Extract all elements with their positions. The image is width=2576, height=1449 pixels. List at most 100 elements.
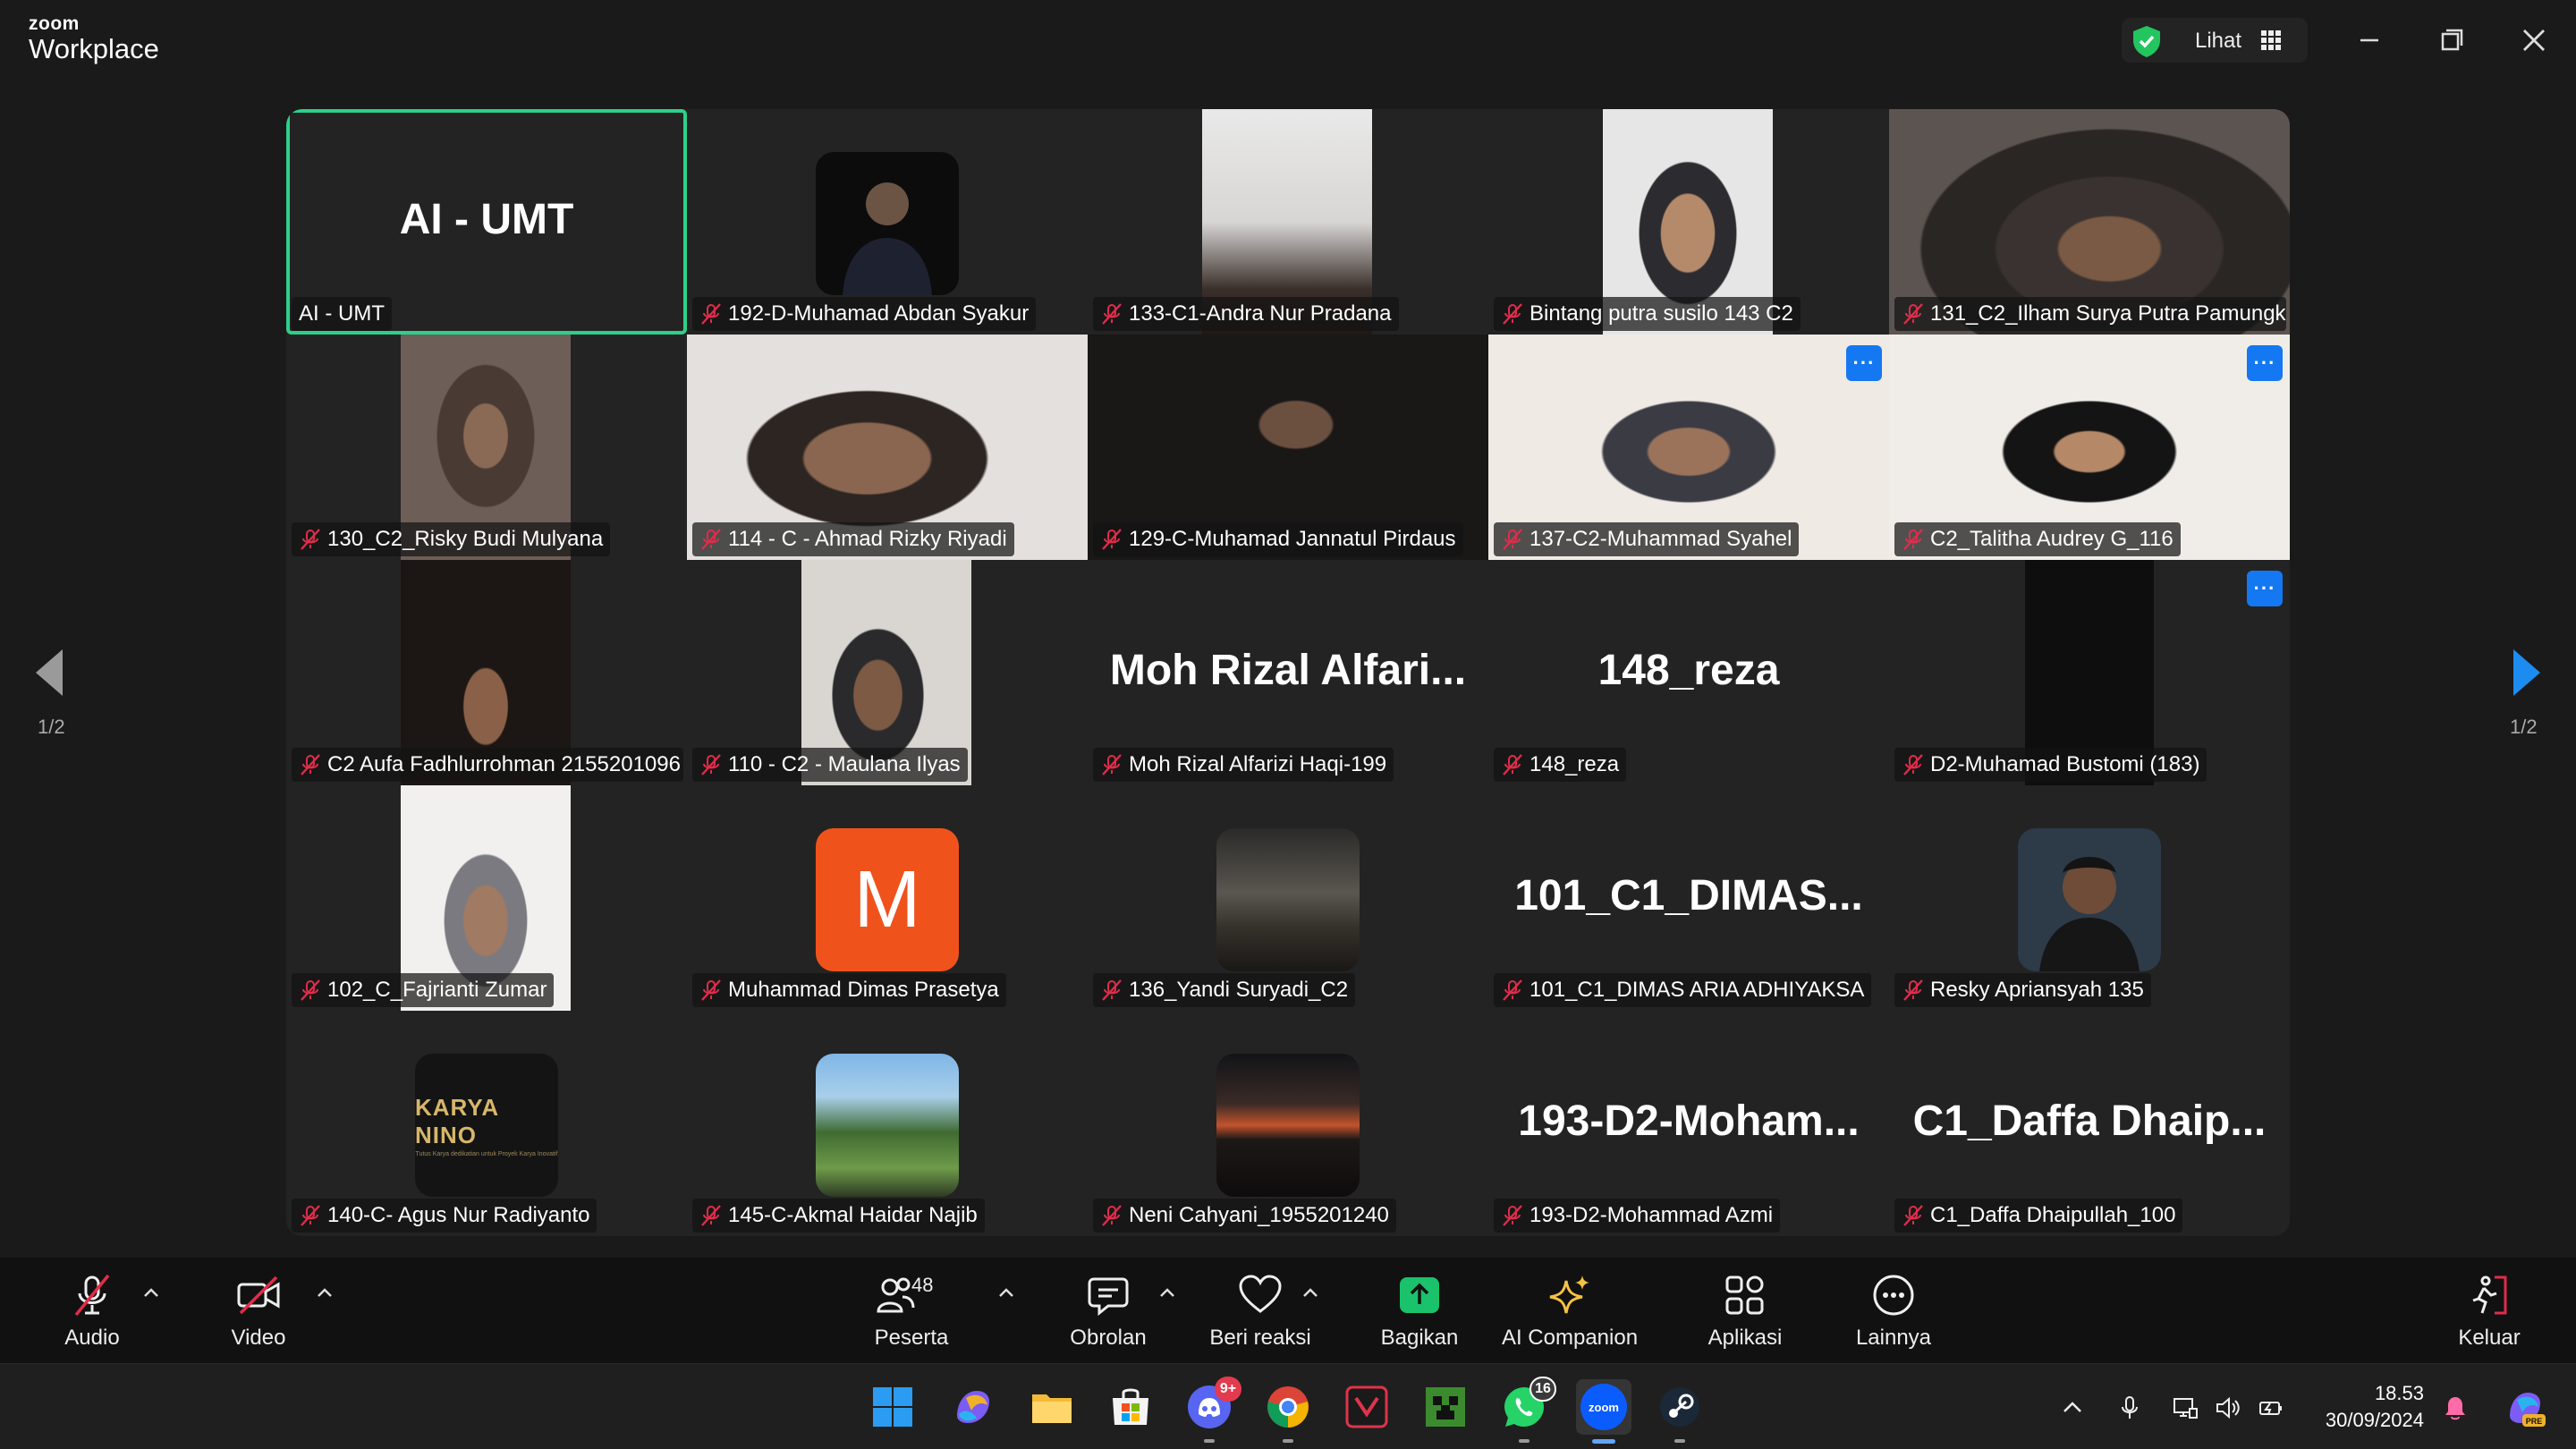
avatar-subtext: Tutus Karya dedikatian untuk Proyek Kary… bbox=[415, 1150, 558, 1157]
view-button[interactable]: Lihat bbox=[2122, 18, 2308, 63]
participant-tile[interactable]: 131_C2_Ilham Surya Putra Pamungk... bbox=[1889, 109, 2290, 335]
participant-tile[interactable]: 192-D-Muhamad Abdan Syakur bbox=[687, 109, 1088, 335]
chat-options-chevron-icon[interactable] bbox=[1157, 1286, 1177, 1299]
leave-button[interactable]: Keluar bbox=[2422, 1267, 2556, 1356]
participant-tile[interactable]: 101_C1_DIMAS... 101_C1_DIMAS ARIA ADHIYA… bbox=[1488, 785, 1889, 1011]
battery-charging-icon[interactable] bbox=[2258, 1394, 2284, 1421]
app-icon-red[interactable] bbox=[1343, 1384, 1390, 1430]
participant-tile[interactable]: ··· 137-C2-Muhammad Syahel bbox=[1488, 335, 1889, 560]
running-indicator bbox=[1674, 1439, 1685, 1443]
participant-name: 137-C2-Muhammad Syahel bbox=[1530, 527, 1792, 551]
participant-name-label: 114 - C - Ahmad Rizky Riyadi bbox=[692, 522, 1014, 556]
participant-tile[interactable]: ··· D2-Muhamad Bustomi (183) bbox=[1889, 560, 2290, 785]
whatsapp-taskbar-item[interactable]: 16 bbox=[1501, 1377, 1556, 1443]
participants-options-chevron-icon[interactable] bbox=[996, 1286, 1016, 1299]
participant-tile[interactable]: KARYA NINO Tutus Karya dedikatian untuk … bbox=[286, 1011, 687, 1236]
participant-tile[interactable]: C1_Daffa Dhaip... C1_Daffa Dhaipullah_10… bbox=[1889, 1011, 2290, 1236]
microphone-tray-icon[interactable] bbox=[2116, 1394, 2143, 1421]
participants-icon bbox=[877, 1277, 915, 1313]
chrome-taskbar-item[interactable] bbox=[1265, 1384, 1311, 1443]
avatar-initial: M bbox=[816, 828, 959, 971]
participant-name-large: 148_reza bbox=[1597, 647, 1780, 694]
apps-button[interactable]: Aplikasi bbox=[1678, 1267, 1812, 1356]
participant-tile[interactable]: 130_C2_Risky Budi Mulyana bbox=[286, 335, 687, 560]
discord-taskbar-item[interactable]: 9+ bbox=[1186, 1377, 1241, 1443]
participant-tile[interactable]: Resky Apriansyah 135 bbox=[1889, 785, 2290, 1011]
steam-taskbar-item[interactable] bbox=[1657, 1384, 1703, 1443]
participant-tile[interactable]: Neni Cahyani_1955201240 bbox=[1088, 1011, 1488, 1236]
more-label: Lainnya bbox=[1855, 1326, 1932, 1350]
participant-name-label: Moh Rizal Alfarizi Haqi-199 bbox=[1093, 748, 1394, 782]
participant-tile[interactable]: C2 Aufa Fadhlurrohman 2155201096 bbox=[286, 560, 687, 785]
notification-bell-icon[interactable] bbox=[2442, 1394, 2469, 1421]
chat-button[interactable]: Obrolan bbox=[1041, 1267, 1175, 1356]
zoom-taskbar-item[interactable]: zoom bbox=[1576, 1379, 1631, 1444]
close-icon[interactable] bbox=[2513, 20, 2555, 61]
participant-tile[interactable]: 145-C-Akmal Haidar Najib bbox=[687, 1011, 1088, 1236]
video-off-icon bbox=[237, 1275, 280, 1315]
avatar bbox=[1216, 828, 1360, 971]
react-button[interactable]: Beri reaksi bbox=[1193, 1267, 1327, 1356]
mic-muted-icon bbox=[1102, 979, 1122, 1001]
more-button[interactable]: Lainnya bbox=[1826, 1267, 1961, 1356]
participant-name-label: 102_C_Fajrianti Zumar bbox=[292, 973, 555, 1007]
participant-tile[interactable]: Bintang putra susilo 143 C2 bbox=[1488, 109, 1889, 335]
participant-tile[interactable]: 102_C_Fajrianti Zumar bbox=[286, 785, 687, 1011]
video-button[interactable]: Video bbox=[191, 1267, 326, 1356]
restore-icon[interactable] bbox=[2431, 20, 2472, 61]
audio-options-chevron-icon[interactable] bbox=[141, 1286, 161, 1299]
participant-name-label: C2_Talitha Audrey G_116 bbox=[1894, 522, 2181, 556]
participant-tile[interactable]: 193-D2-Moham... 193-D2-Mohammad Azmi bbox=[1488, 1011, 1889, 1236]
logo-zoom-text: zoom bbox=[29, 13, 80, 34]
microsoft-store-icon[interactable] bbox=[1107, 1384, 1154, 1430]
participant-count: 48 bbox=[911, 1274, 934, 1296]
system-clock[interactable]: 18.53 30/09/2024 bbox=[2308, 1380, 2424, 1434]
previous-page-icon[interactable] bbox=[32, 648, 68, 698]
participant-tile[interactable]: 133-C1-Andra Nur Pradana bbox=[1088, 109, 1488, 335]
next-page-icon[interactable] bbox=[2508, 648, 2544, 698]
copilot-pre-icon[interactable]: PRE bbox=[2504, 1387, 2546, 1428]
network-icon[interactable] bbox=[2172, 1394, 2199, 1421]
participant-tile[interactable]: 148_reza 148_reza bbox=[1488, 560, 1889, 785]
participant-name-large: 101_C1_DIMAS... bbox=[1514, 872, 1863, 919]
participant-name-large: Moh Rizal Alfari... bbox=[1109, 647, 1467, 694]
more-options-button[interactable]: ··· bbox=[2247, 345, 2283, 381]
show-hidden-icons-chevron-icon[interactable] bbox=[2059, 1394, 2086, 1421]
participant-tile[interactable]: Moh Rizal Alfari... Moh Rizal Alfarizi H… bbox=[1088, 560, 1488, 785]
participant-tile[interactable]: AI - UMT AI - UMT bbox=[286, 109, 687, 335]
windows-start-icon[interactable] bbox=[869, 1384, 916, 1430]
more-options-button[interactable]: ··· bbox=[2247, 571, 2283, 606]
mic-muted-icon bbox=[301, 979, 320, 1001]
audio-button[interactable]: Audio bbox=[25, 1267, 159, 1356]
participant-tile[interactable]: 114 - C - Ahmad Rizky Riyadi bbox=[687, 335, 1088, 560]
mic-muted-icon bbox=[1503, 979, 1522, 1001]
participant-name: 148_reza bbox=[1530, 752, 1620, 776]
share-screen-icon bbox=[1400, 1277, 1439, 1313]
minecraft-icon[interactable] bbox=[1422, 1384, 1469, 1430]
page-indicator-left: 1/2 bbox=[38, 716, 65, 738]
file-explorer-icon[interactable] bbox=[1029, 1384, 1075, 1430]
participant-tile[interactable]: M Muhammad Dimas Prasetya bbox=[687, 785, 1088, 1011]
volume-icon[interactable] bbox=[2215, 1394, 2241, 1421]
participant-tile[interactable]: 129-C-Muhamad Jannatul Pirdaus bbox=[1088, 335, 1488, 560]
participant-name-label: 137-C2-Muhammad Syahel bbox=[1494, 522, 1800, 556]
ai-sparkle-icon bbox=[1549, 1275, 1589, 1314]
participant-tile[interactable]: 136_Yandi Suryadi_C2 bbox=[1088, 785, 1488, 1011]
copilot-icon[interactable] bbox=[950, 1384, 996, 1430]
participant-name-label: 148_reza bbox=[1494, 748, 1627, 782]
participant-tile[interactable]: 110 - C2 - Maulana Ilyas bbox=[687, 560, 1088, 785]
minimize-icon[interactable] bbox=[2349, 20, 2390, 61]
participant-tile[interactable]: ··· C2_Talitha Audrey G_116 bbox=[1889, 335, 2290, 560]
grid-view-icon bbox=[2261, 30, 2281, 50]
participant-name: C1_Daffa Dhaipullah_100 bbox=[1930, 1203, 2176, 1227]
react-options-chevron-icon[interactable] bbox=[1301, 1286, 1320, 1299]
share-button[interactable]: Bagikan bbox=[1352, 1267, 1487, 1356]
video-options-chevron-icon[interactable] bbox=[315, 1286, 335, 1299]
participant-name: C2_Talitha Audrey G_116 bbox=[1930, 527, 2174, 551]
more-dots-icon bbox=[1873, 1275, 1914, 1316]
mic-muted-icon bbox=[1903, 303, 1923, 325]
more-options-button[interactable]: ··· bbox=[1846, 345, 1882, 381]
ai-companion-button[interactable]: AI Companion bbox=[1502, 1267, 1638, 1356]
participant-name: C2 Aufa Fadhlurrohman 2155201096 bbox=[327, 752, 681, 776]
participants-button[interactable]: 48 Peserta bbox=[844, 1267, 979, 1356]
